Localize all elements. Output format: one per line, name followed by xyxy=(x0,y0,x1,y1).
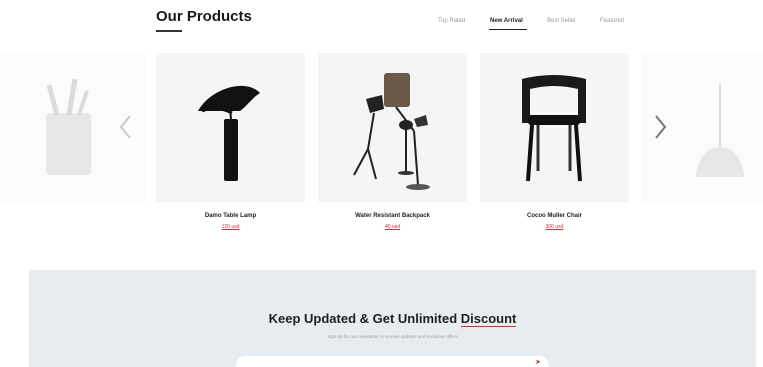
pendant-lamp-icon xyxy=(696,83,744,177)
product-name[interactable]: Cocoo Muller Chair xyxy=(480,213,629,219)
active-tab-underline xyxy=(489,29,527,30)
tab-featured[interactable]: Featured xyxy=(600,18,624,24)
newsletter-section: Keep Updated & Get Unlimited Discount Si… xyxy=(29,270,756,367)
floor-lamp-set-icon xyxy=(353,73,430,190)
product-card[interactable] xyxy=(318,53,467,202)
section-title: Our Products xyxy=(156,8,252,25)
send-icon[interactable]: ➤ xyxy=(535,358,541,366)
newsletter-title-text: Keep Updated & Get Unlimited xyxy=(268,311,461,326)
newsletter-title: Keep Updated & Get Unlimited Discount xyxy=(29,311,756,327)
table-lamp-icon xyxy=(198,85,260,181)
product-price: 120 usd xyxy=(221,224,240,230)
newsletter-title-accent: Discount xyxy=(460,311,517,327)
product-name[interactable]: Water Resistant Backpack xyxy=(318,213,467,219)
product-name[interactable]: Damo Table Lamp xyxy=(156,213,305,219)
carousel-prev-button[interactable] xyxy=(116,112,136,142)
product-price: 40 usd xyxy=(384,224,400,230)
chevron-left-icon xyxy=(119,115,131,139)
title-underline xyxy=(156,30,182,32)
product-card[interactable] xyxy=(480,53,629,202)
chair-icon xyxy=(522,75,586,182)
email-field[interactable]: ➤ xyxy=(236,356,549,367)
tab-new-arrival[interactable]: New Arrival xyxy=(490,18,523,24)
product-card-peek-right[interactable] xyxy=(642,53,763,202)
tab-top-rated[interactable]: Top Rated xyxy=(438,18,465,24)
product-price: 300 usd xyxy=(545,224,564,230)
tab-best-seller[interactable]: Best Seller xyxy=(547,18,576,24)
product-card[interactable] xyxy=(156,53,305,202)
newsletter-subtitle: Sign up for our newsletter to receive up… xyxy=(327,334,458,339)
